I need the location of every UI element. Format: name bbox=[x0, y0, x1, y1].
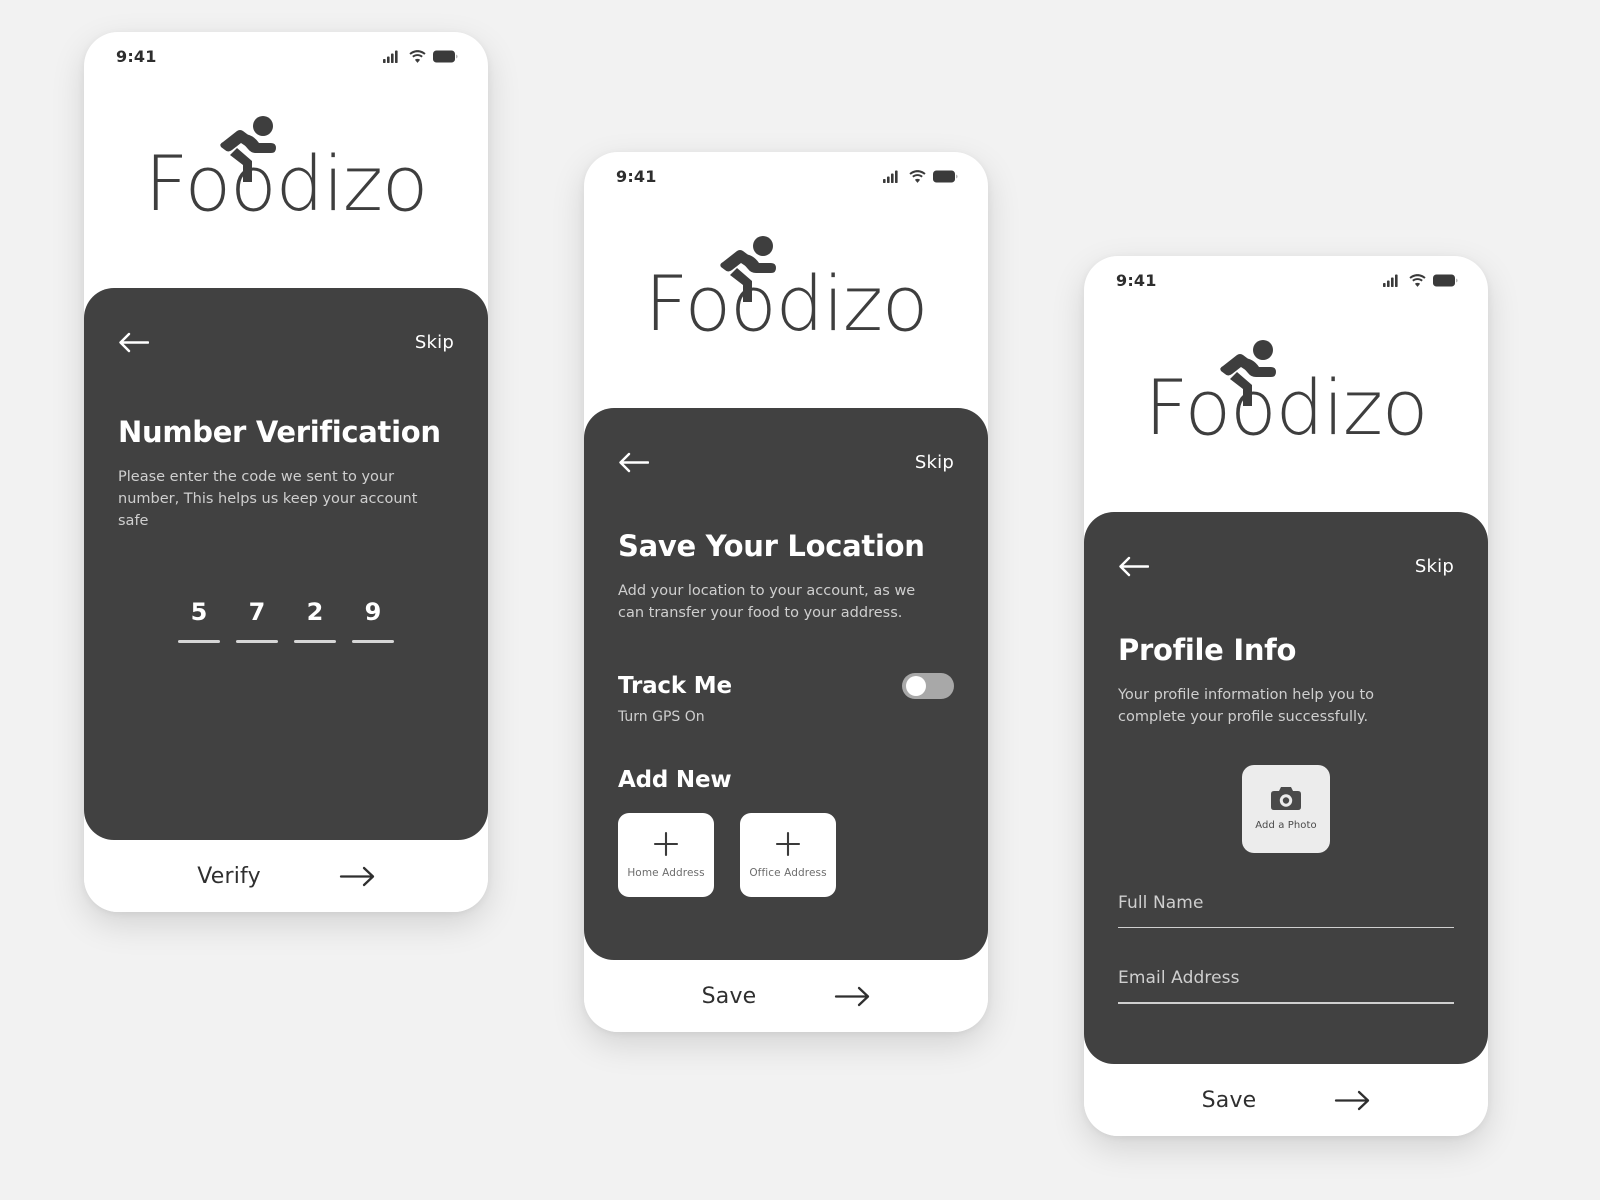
address-card-label: Office Address bbox=[749, 867, 827, 879]
otp-digit: 2 bbox=[306, 598, 324, 627]
otp-underline bbox=[352, 640, 394, 644]
email-address-field[interactable]: Email Address bbox=[1118, 968, 1454, 1004]
arrow-right-icon[interactable] bbox=[339, 866, 375, 887]
plus-icon bbox=[653, 831, 679, 857]
photo-upload-area: Add a Photo bbox=[1118, 764, 1454, 853]
otp-underline bbox=[236, 640, 278, 644]
arrow-left-icon[interactable] bbox=[618, 452, 649, 473]
page-subtitle: Add your location to your account, as we… bbox=[618, 583, 916, 621]
number-verification-card: Skip Number Verification Please enter th… bbox=[84, 288, 488, 840]
battery-icon bbox=[433, 50, 458, 62]
arrow-right-icon[interactable] bbox=[1334, 1090, 1370, 1111]
verify-button-label[interactable]: Verify bbox=[197, 864, 261, 889]
otp-underline bbox=[178, 640, 220, 644]
email-address-underline bbox=[1118, 1002, 1454, 1004]
battery-icon bbox=[933, 170, 958, 182]
status-bar-icons bbox=[1383, 273, 1458, 287]
status-bar: 9:41 bbox=[1084, 256, 1488, 304]
save-action-bar[interactable]: Save bbox=[1084, 1064, 1488, 1136]
app-logo: Foodizo bbox=[1084, 304, 1488, 512]
page-subtitle: Please enter the code we sent to your nu… bbox=[118, 469, 418, 529]
status-bar: 9:41 bbox=[84, 32, 488, 80]
app-logo: Foodizo bbox=[84, 80, 488, 288]
arrow-left-icon[interactable] bbox=[1118, 556, 1149, 577]
phone-mockup-save-location: 9:41 Foodizo Skip Save Your Location Add… bbox=[584, 152, 988, 1032]
full-name-underline bbox=[1118, 926, 1454, 928]
otp-input-group[interactable]: 5 7 2 9 bbox=[118, 598, 454, 644]
add-home-address-card[interactable]: Home Address bbox=[618, 812, 714, 897]
status-bar-time: 9:41 bbox=[616, 166, 657, 186]
profile-info-card: Skip Profile Info Your profile informati… bbox=[1084, 512, 1488, 1064]
phone-mockup-profile-info: 9:41 Foodizo Skip Profile Info Your prof… bbox=[1084, 256, 1488, 1136]
cellular-signal-icon bbox=[1383, 274, 1398, 287]
status-bar-icons bbox=[383, 49, 458, 63]
cyclist-delivery-icon bbox=[219, 116, 276, 182]
save-location-card: Skip Save Your Location Add your locatio… bbox=[584, 408, 988, 960]
plus-icon bbox=[775, 831, 801, 857]
skip-button[interactable]: Skip bbox=[915, 452, 954, 473]
track-me-label: Track Me bbox=[618, 672, 732, 699]
wifi-icon bbox=[409, 49, 426, 63]
skip-button[interactable]: Skip bbox=[415, 332, 454, 353]
page-title: Save Your Location bbox=[618, 529, 925, 563]
cellular-signal-icon bbox=[383, 50, 398, 63]
status-bar: 9:41 bbox=[584, 152, 988, 200]
otp-cell[interactable]: 5 bbox=[177, 598, 221, 644]
address-card-row: Home Address Office Address bbox=[618, 812, 954, 897]
otp-underline bbox=[294, 640, 336, 644]
email-address-label: Email Address bbox=[1118, 968, 1240, 988]
full-name-field[interactable]: Full Name bbox=[1118, 892, 1454, 928]
arrow-right-icon[interactable] bbox=[834, 986, 870, 1007]
save-action-bar[interactable]: Save bbox=[584, 960, 988, 1032]
arrow-left-icon[interactable] bbox=[118, 332, 149, 353]
otp-digit: 5 bbox=[190, 598, 208, 627]
save-button-label[interactable]: Save bbox=[702, 984, 757, 1009]
otp-digit: 9 bbox=[364, 598, 382, 627]
cyclist-delivery-icon bbox=[1219, 340, 1276, 406]
track-me-toggle[interactable] bbox=[902, 672, 954, 699]
track-me-hint: Turn GPS On bbox=[618, 708, 705, 725]
page-title: Number Verification bbox=[118, 415, 441, 449]
camera-icon bbox=[1271, 787, 1301, 810]
full-name-label: Full Name bbox=[1118, 892, 1204, 913]
skip-button[interactable]: Skip bbox=[1415, 556, 1454, 577]
app-logo: Foodizo bbox=[584, 200, 988, 408]
otp-cell[interactable]: 9 bbox=[351, 598, 395, 644]
add-office-address-card[interactable]: Office Address bbox=[740, 812, 836, 897]
otp-cell[interactable]: 2 bbox=[293, 598, 337, 644]
status-bar-time: 9:41 bbox=[1116, 270, 1157, 290]
cyclist-delivery-icon bbox=[719, 236, 776, 302]
verify-action-bar[interactable]: Verify bbox=[84, 840, 488, 912]
toggle-knob bbox=[906, 675, 926, 696]
cellular-signal-icon bbox=[883, 170, 898, 183]
phone-mockup-number-verification: 9:41 Foodizo Skip Number Verification Pl… bbox=[84, 32, 488, 912]
page-title: Profile Info bbox=[1118, 633, 1297, 667]
add-photo-label: Add a Photo bbox=[1255, 820, 1317, 831]
add-photo-button[interactable]: Add a Photo bbox=[1242, 764, 1330, 853]
add-new-heading: Add New bbox=[618, 766, 732, 793]
status-bar-icons bbox=[883, 169, 958, 183]
page-subtitle: Your profile information help you to com… bbox=[1118, 687, 1375, 725]
card-topbar: Skip bbox=[118, 288, 454, 353]
track-me-row: Track Me bbox=[618, 672, 954, 699]
otp-cell[interactable]: 7 bbox=[235, 598, 279, 644]
wifi-icon bbox=[909, 169, 926, 183]
address-card-label: Home Address bbox=[627, 867, 705, 879]
otp-digit: 7 bbox=[248, 598, 266, 627]
wifi-icon bbox=[1409, 273, 1426, 287]
battery-icon bbox=[1433, 274, 1458, 286]
save-button-label[interactable]: Save bbox=[1202, 1088, 1257, 1113]
status-bar-time: 9:41 bbox=[116, 46, 157, 66]
card-topbar: Skip bbox=[618, 408, 954, 473]
card-topbar: Skip bbox=[1118, 512, 1454, 577]
